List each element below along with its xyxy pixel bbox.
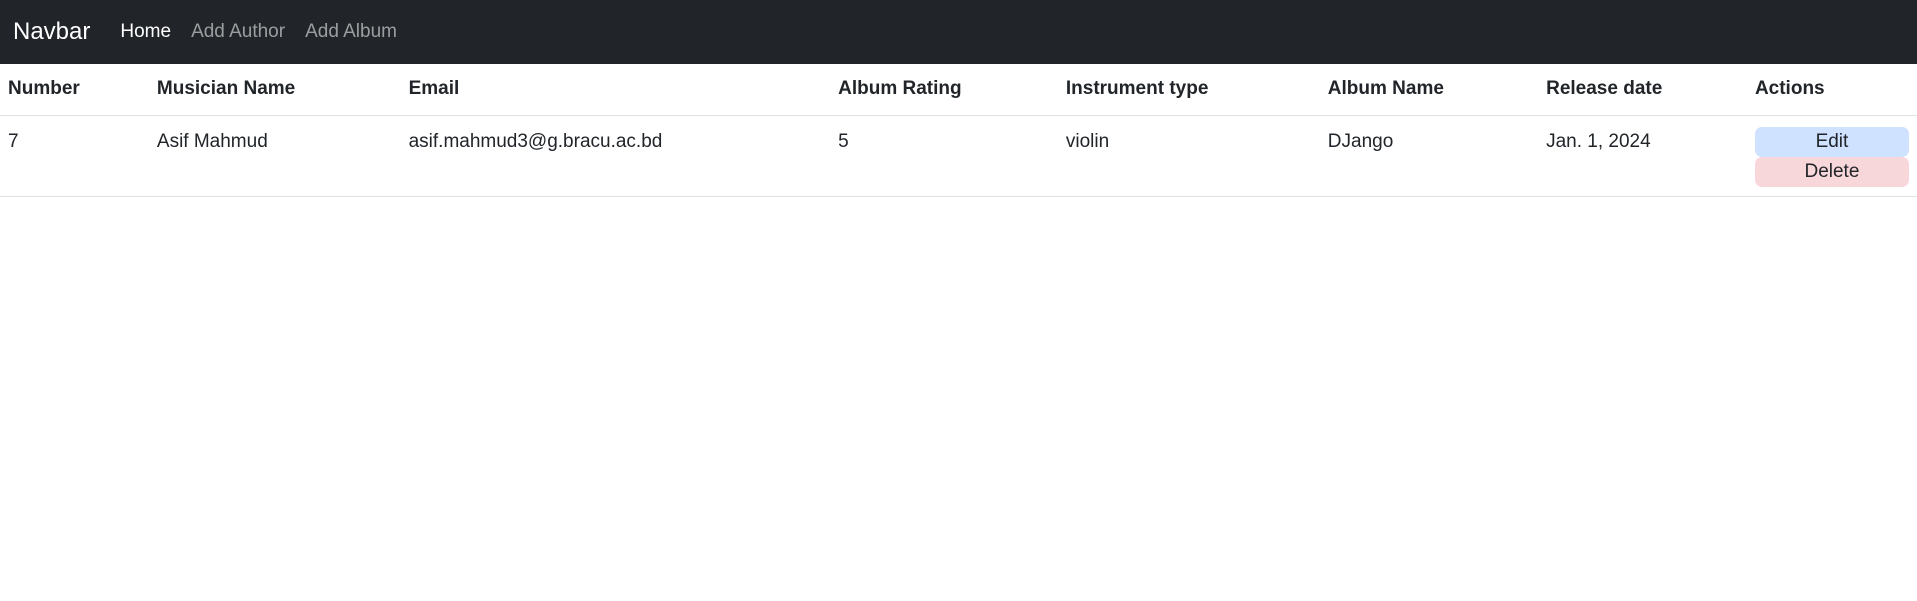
edit-button[interactable]: Edit [1754, 126, 1909, 157]
delete-button[interactable]: Delete [1754, 156, 1909, 187]
header-album-rating: Album Rating [830, 64, 1058, 116]
nav-link-add-album[interactable]: Add Album [305, 21, 397, 43]
header-email: Email [400, 64, 831, 116]
cell-email: asif.mahmud3@g.bracu.ac.bd [400, 115, 831, 197]
header-actions: Actions [1746, 64, 1917, 116]
cell-instrument-type: violin [1057, 115, 1320, 197]
header-album-name: Album Name [1319, 64, 1539, 116]
cell-number: 7 [0, 115, 149, 197]
navbar-brand[interactable]: Navbar [13, 20, 90, 44]
table-header-row: Number Musician Name Email Album Rating … [0, 64, 1917, 116]
cell-actions: Edit Delete [1746, 115, 1917, 197]
nav-links: Home Add Author Add Album [120, 21, 417, 43]
header-instrument-type: Instrument type [1057, 64, 1320, 116]
table-row: 7 Asif Mahmud asif.mahmud3@g.bracu.ac.bd… [0, 115, 1917, 197]
nav-link-add-author[interactable]: Add Author [191, 21, 285, 43]
table-body: 7 Asif Mahmud asif.mahmud3@g.bracu.ac.bd… [0, 115, 1917, 197]
nav-link-home[interactable]: Home [120, 21, 171, 43]
header-number: Number [0, 64, 149, 116]
header-release-date: Release date [1538, 64, 1747, 116]
cell-album-rating: 5 [830, 115, 1058, 197]
navbar: Navbar Home Add Author Add Album [0, 0, 1917, 64]
header-musician-name: Musician Name [148, 64, 401, 116]
albums-table: Number Musician Name Email Album Rating … [0, 64, 1917, 197]
cell-album-name: DJango [1319, 115, 1539, 197]
cell-release-date: Jan. 1, 2024 [1538, 115, 1747, 197]
cell-musician-name: Asif Mahmud [148, 115, 401, 197]
table-head: Number Musician Name Email Album Rating … [0, 64, 1917, 116]
